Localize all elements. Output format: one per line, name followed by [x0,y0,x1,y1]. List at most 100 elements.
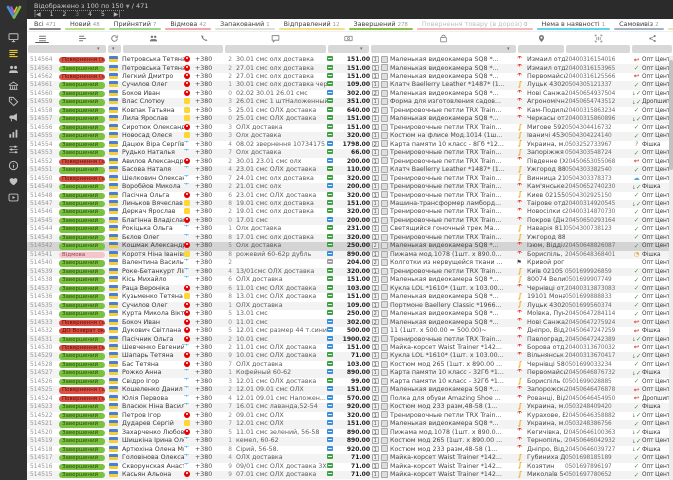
client-name[interactable]: Сиротюк Олександр [122,124,184,132]
client-name[interactable]: Деркач Ярослав [122,208,184,216]
tracking-number[interactable]: 0501697780652 [565,471,631,479]
status-badge[interactable]: Завершений [59,201,105,208]
tab-Повернення товару (в дорозі)[interactable]: Повернення товару (в дорозі) 0 [415,19,535,31]
client-name[interactable]: Воробйов Микола [122,183,184,191]
client-name[interactable]: Рокіцька Ольга [122,225,184,233]
client-name[interactable]: Боков Иван [122,90,184,98]
table-row[interactable]: 514542 Завершений Кошмак Александр +380 … [27,242,673,251]
tracking-number[interactable]: 20450647284114 [565,310,631,318]
client-name[interactable]: Сучилов Олег [122,302,184,310]
table-row[interactable]: 514553 Завершений Рудько Наталья +380 7 … [27,149,673,158]
status-badge[interactable]: Завершений [59,217,105,225]
tab-Сервіси[interactable]: Сервіси0 [666,19,673,31]
tracking-number[interactable]: 20400316153965 [565,65,631,73]
client-name[interactable]: Дацюк Віра Сергіївна [122,141,184,149]
status-badge[interactable]: Завершений [59,336,105,343]
client-phone[interactable]: +380 [195,98,224,106]
client-name[interactable]: Благінна Владіслава [122,217,184,225]
client-phone[interactable]: +380 [195,386,224,394]
status-badge[interactable]: Відмова [59,251,105,259]
tracking-number[interactable]: 20450650293164 [565,217,631,225]
client-phone[interactable]: +380 [195,395,224,403]
status-badge[interactable]: Повернення (з... [59,395,105,403]
client-name[interactable]: Сучилов Олег [122,81,184,89]
status-badge[interactable]: Завершений [59,226,105,233]
client-phone[interactable]: +380 [195,336,224,344]
tracking-number[interactable]: 20450647242389 [565,336,631,344]
status-badge[interactable]: Повернення (з... [59,158,105,166]
status-badge[interactable]: Завершений [59,141,105,149]
tab-Відмова[interactable]: Відмова 42 [163,19,213,31]
table-row[interactable]: 514561 Завершений Сучилов Олег +380 1 30… [27,81,673,90]
client-name[interactable]: Басова Наталя [122,166,184,174]
filter-channel[interactable] [632,45,672,53]
filter-delivery[interactable] [518,45,564,53]
status-badge[interactable]: Завершений [59,429,105,437]
client-phone[interactable]: +380 [195,293,224,301]
table-row[interactable]: 514552 Повернення (з... Авилов Александр… [27,157,673,166]
page-button-4[interactable]: 4 [88,11,92,18]
client-phone[interactable]: +380 [195,302,224,310]
filter-ttn[interactable] [566,45,630,53]
client-phone[interactable]: +380 [195,403,224,411]
tracking-number[interactable]: 20450646039727 [565,446,631,454]
table-row[interactable]: 514516 Завершений Скворунская Анаст... +… [27,462,673,471]
client-phone[interactable]: +380 [195,437,224,445]
status-badge[interactable]: Завершений [59,370,105,377]
client-name[interactable]: Шапарь Тетяна [122,352,184,360]
status-badge[interactable]: Завершений [59,268,105,276]
tracking-number[interactable]: 0501699033234 [565,361,631,369]
client-phone[interactable]: +380 [195,463,224,471]
table-row[interactable]: 514547 Завершений Линьков Вячеслав +380 … [27,200,673,209]
client-phone[interactable]: +380 [195,344,224,352]
client-name[interactable]: Курта Микола Вікто... [122,310,184,318]
status-badge[interactable]: Завершений [59,463,105,470]
client-name[interactable]: Бєлов Олег [122,234,184,242]
client-name[interactable]: Рожко Анна [122,369,184,377]
tab-Відправлений[interactable]: Відправлений 12 [277,19,347,31]
filter-status[interactable]: ▾ [28,45,106,53]
tab-Нема в наявності[interactable]: Нема в наявності 1 [535,19,613,31]
tracking-number[interactable]: 0504304224140 [565,132,631,140]
table-row[interactable]: 514522 Завершений Петров Ігор +380 2 09.… [27,411,673,420]
table-row[interactable]: 514562 Повернення (з... Легкий Дмитро +3… [27,72,673,81]
client-phone[interactable]: +380 [195,276,224,284]
client-phone[interactable]: +380 [195,259,224,267]
tracking-number[interactable]: 0501699888833 [565,293,631,301]
table-row[interactable]: 514521 Завершений Дударев Сергій +380 7 … [27,420,673,429]
client-name[interactable]: Шишкіна Ірина Олек... [122,437,184,445]
tab-Прийнятий[interactable]: Прийнятий 7 [107,19,164,31]
tracking-number[interactable]: 0504302925150 [565,192,631,200]
client-name[interactable]: Головінова Олексан... [122,454,184,462]
status-badge[interactable]: Повернення (з... [59,73,105,81]
status-badge[interactable]: Завершений [59,124,105,132]
table-row[interactable]: 514536 Завершений Кузьменко Тетяна +380 … [27,293,673,301]
status-badge[interactable]: Завершений [59,438,105,445]
table-row[interactable]: 514560 Завершений Боков Иван +380 0 02.0… [27,89,673,98]
tracking-number[interactable]: 20450652740230 [565,183,631,191]
client-name[interactable]: Захарченко Любовь [122,429,184,437]
client-name[interactable]: Власюк Ніна Василі... [122,403,184,411]
table-row[interactable]: 514548 Завершений Пасічна Ольга +380 6 2… [27,191,673,200]
tracking-number[interactable]: 0503252733967 [565,141,631,149]
table-row[interactable]: 514544 Завершений Рокіцька Ольга +380 1 … [27,225,673,233]
scrollbar-thumb[interactable] [669,60,673,170]
status-badge[interactable]: Завершений [59,90,105,98]
status-badge[interactable]: Завершений [59,311,105,318]
table-row[interactable]: 514543 Завершений Бєлов Олег +380 8 17.0… [27,233,673,243]
client-name[interactable]: Линьков Вячеслав [122,200,184,208]
tab-Всі[interactable]: Всі 471 [27,19,63,31]
client-phone[interactable]: +380 [195,361,224,369]
table-row[interactable]: 514551 Завершений Басова Наталя +380 4 2… [27,166,673,175]
displayed-range-label[interactable]: Відображено з 100 по 150 [34,2,124,11]
status-badge[interactable]: Повернення (з... [59,57,105,64]
filter-client[interactable] [123,45,223,53]
table-row[interactable]: 514515 Завершений Касьян Альона +380 9 0… [27,471,673,480]
filter-product[interactable]: ▾ [371,45,516,53]
client-name[interactable]: Пасічна Ольга [122,192,184,200]
client-name[interactable]: Бас Тетяна [122,361,184,369]
status-badge[interactable]: Завершений [59,116,105,123]
table-row[interactable]: 514531 Завершений Пасічник Ольга +380 2 … [27,335,673,344]
client-phone[interactable]: +380 [195,149,224,157]
table-row[interactable]: 514556 Завершений Сиротюк Олександр +380… [27,123,673,132]
